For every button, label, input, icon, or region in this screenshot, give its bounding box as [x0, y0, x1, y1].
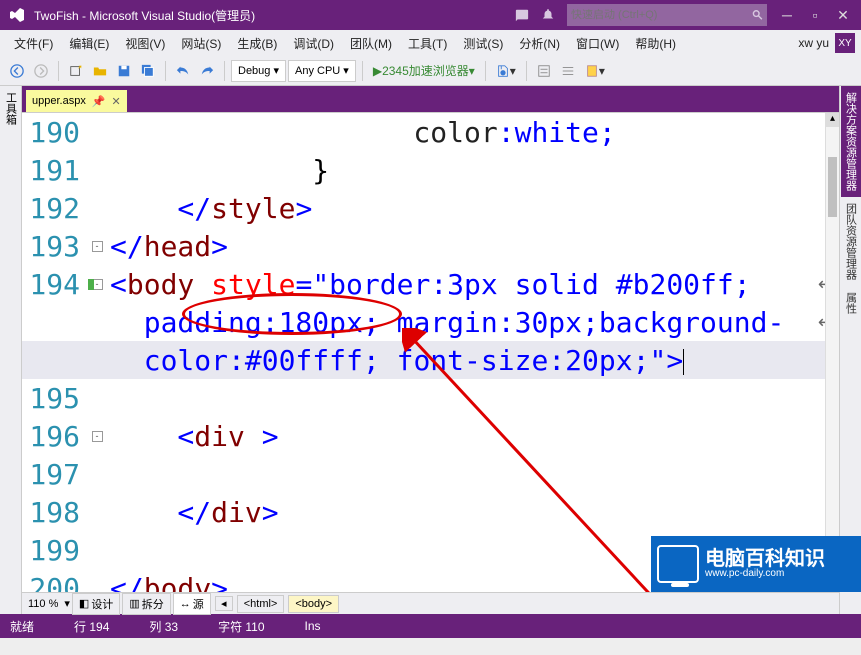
vertical-scrollbar[interactable]: ▴ ▾ [825, 113, 839, 592]
menu-website[interactable]: 网站(S) [173, 31, 229, 56]
collapse-icon[interactable]: - [92, 241, 103, 252]
menu-test[interactable]: 测试(S) [455, 31, 511, 56]
menu-build[interactable]: 生成(B) [229, 31, 285, 56]
menu-tools[interactable]: 工具(T) [400, 31, 455, 56]
pin-icon[interactable]: 📌 [92, 95, 106, 108]
code-line: 198 </div> [22, 493, 839, 531]
breadcrumb-body[interactable]: <body> [288, 595, 339, 613]
solution-explorer-tab[interactable]: 解决方案资源管理器 [841, 86, 861, 197]
indent-button[interactable] [557, 60, 579, 82]
start-debug-button[interactable]: ▶ 2345加速浏览器 ▾ [369, 60, 479, 82]
code-line: 192 </style> [22, 189, 839, 227]
quick-launch[interactable] [567, 4, 767, 26]
change-marker [88, 279, 94, 290]
menu-team[interactable]: 团队(M) [342, 31, 400, 56]
code-line: padding:180px; margin:30px;background- ↩ [22, 303, 839, 341]
save-button[interactable] [113, 60, 135, 82]
minimize-button[interactable]: ─ [773, 1, 801, 29]
workspace: 工具箱 upper.aspx 📌 ✕ 190 color:white; 191 [0, 86, 861, 614]
menu-file[interactable]: 文件(F) [6, 31, 61, 56]
toolbox-tab[interactable]: 工具箱 [1, 86, 21, 131]
undo-button[interactable] [172, 60, 194, 82]
close-tab-icon[interactable]: ✕ [112, 95, 121, 108]
script-button[interactable]: ▾ [581, 60, 609, 82]
save-all-button[interactable] [137, 60, 159, 82]
status-col: 列 33 [149, 618, 178, 635]
maximize-button[interactable]: ▫ [801, 1, 829, 29]
menu-bar: 文件(F) 编辑(E) 视图(V) 网站(S) 生成(B) 调试(D) 团队(M… [0, 30, 861, 56]
menu-debug[interactable]: 调试(D) [285, 31, 342, 56]
status-ready: 就绪 [10, 618, 34, 635]
team-explorer-tab[interactable]: 团队资源管理器 [841, 197, 861, 286]
menu-edit[interactable]: 编辑(E) [61, 31, 117, 56]
status-char: 字符 110 [218, 618, 264, 635]
nav-fwd-button[interactable] [30, 60, 52, 82]
feedback-icon[interactable] [511, 4, 533, 26]
vs-logo-icon [8, 6, 26, 24]
menu-help[interactable]: 帮助(H) [627, 31, 684, 56]
code-line: 197 [22, 455, 839, 493]
find-button[interactable] [533, 60, 555, 82]
status-ins: Ins [305, 619, 321, 633]
code-line: 193 - </head> [22, 227, 839, 265]
close-button[interactable]: ✕ [829, 1, 857, 29]
source-view-button[interactable]: ↔ 源 [173, 593, 211, 615]
code-line: 195 [22, 379, 839, 417]
right-rail: 解决方案资源管理器 团队资源管理器 属性 [839, 86, 861, 614]
design-view-button[interactable]: ◧ 设计 [72, 593, 120, 615]
browser-link-button[interactable]: ▾ [492, 60, 520, 82]
menu-window[interactable]: 窗口(W) [568, 31, 627, 56]
file-tab[interactable]: upper.aspx 📌 ✕ [26, 90, 127, 112]
nav-back-button[interactable] [6, 60, 28, 82]
scroll-thumb[interactable] [828, 157, 837, 217]
toolbar: Debug ▾ Any CPU ▾ ▶ 2345加速浏览器 ▾ ▾ ▾ [0, 56, 861, 86]
status-bar: 就绪 行 194 列 33 字符 110 Ins [0, 614, 861, 638]
window-title: TwoFish - Microsoft Visual Studio(管理员) [34, 7, 255, 24]
tab-well: upper.aspx 📌 ✕ [22, 86, 839, 112]
watermark-logo: 电脑百科知识 www.pc-daily.com [651, 536, 861, 592]
code-line: 190 color:white; [22, 113, 839, 151]
split-view-button[interactable]: ▥ 拆分 [122, 593, 170, 615]
redo-button[interactable] [196, 60, 218, 82]
search-icon [752, 9, 763, 21]
file-tab-label: upper.aspx [32, 95, 86, 107]
user-name[interactable]: xw yu [798, 36, 829, 50]
scroll-up-icon[interactable]: ▴ [826, 113, 839, 127]
collapse-icon[interactable]: - [92, 431, 103, 442]
open-button[interactable] [89, 60, 111, 82]
status-line: 行 194 [74, 618, 109, 635]
editor-region: upper.aspx 📌 ✕ 190 color:white; 191 } [22, 86, 839, 614]
config-combo[interactable]: Debug ▾ [231, 60, 286, 82]
breadcrumb-html[interactable]: <html> [237, 595, 285, 613]
menu-analyze[interactable]: 分析(N) [511, 31, 568, 56]
code-line: color:#00ffff; font-size:20px;"> [22, 341, 839, 379]
title-bar: TwoFish - Microsoft Visual Studio(管理员) ─… [0, 0, 861, 30]
new-project-button[interactable] [65, 60, 87, 82]
breadcrumb-prev[interactable]: ◂ [215, 596, 233, 611]
code-line: 196 - <div > [22, 417, 839, 455]
notifications-icon[interactable] [537, 4, 559, 26]
watermark-title: 电脑百科知识 [705, 550, 825, 568]
user-badge[interactable]: XY [835, 33, 855, 53]
quick-launch-input[interactable] [571, 9, 752, 21]
properties-tab[interactable]: 属性 [841, 286, 861, 320]
text-cursor [683, 349, 684, 375]
code-line: 191 } [22, 151, 839, 189]
zoom-combo[interactable]: 110 % [22, 598, 64, 610]
editor-bottom-bar: 110 %▾ ◧ 设计 ▥ 拆分 ↔ 源 ◂ <html> <body> [22, 592, 839, 614]
left-rail: 工具箱 [0, 86, 22, 614]
code-editor[interactable]: 190 color:white; 191 } 192 </style> [22, 112, 839, 592]
code-line: 194 - <body style="border:3px solid #b20… [22, 265, 839, 303]
platform-combo[interactable]: Any CPU ▾ [288, 60, 356, 82]
monitor-icon [657, 545, 699, 583]
menu-view[interactable]: 视图(V) [117, 31, 173, 56]
